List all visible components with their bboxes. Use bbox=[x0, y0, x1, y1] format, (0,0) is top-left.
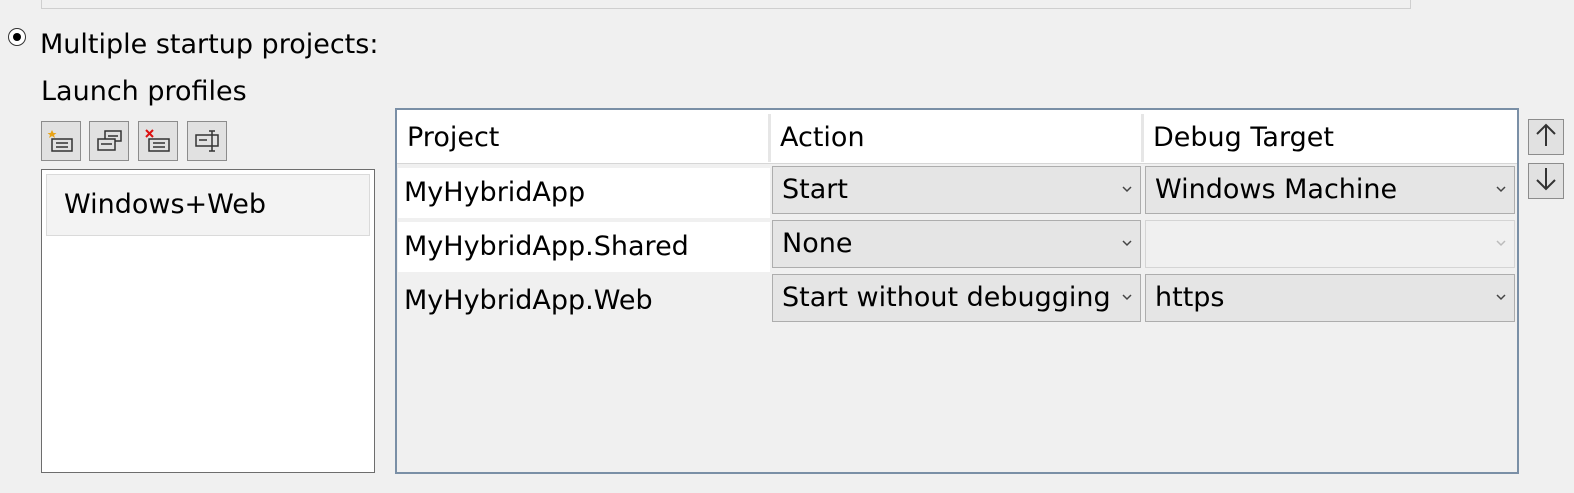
column-header-action[interactable]: Action bbox=[770, 110, 1143, 164]
rename-profile-icon bbox=[193, 128, 221, 154]
debug-target-dropdown[interactable]: https bbox=[1145, 274, 1515, 322]
column-header-debug-target[interactable]: Debug Target bbox=[1143, 110, 1517, 164]
launch-profiles-list[interactable]: Windows+Web bbox=[41, 169, 375, 473]
debug-target-dropdown bbox=[1145, 220, 1515, 268]
arrow-down-icon bbox=[1534, 166, 1558, 196]
move-down-button[interactable] bbox=[1528, 163, 1564, 199]
chevron-down-icon bbox=[1122, 186, 1132, 193]
debug-target-dropdown[interactable]: Windows Machine bbox=[1145, 166, 1515, 214]
delete-profile-button[interactable] bbox=[138, 121, 178, 161]
move-up-button[interactable] bbox=[1528, 119, 1564, 155]
new-profile-icon bbox=[47, 128, 75, 154]
chevron-down-icon bbox=[1496, 186, 1506, 193]
rename-profile-button[interactable] bbox=[187, 121, 227, 161]
chevron-down-icon bbox=[1496, 294, 1506, 301]
new-profile-button[interactable] bbox=[41, 121, 81, 161]
multiple-startup-radio[interactable] bbox=[8, 28, 26, 46]
project-cell: MyHybridApp.Web bbox=[398, 276, 770, 326]
multiple-startup-label[interactable]: Multiple startup projects: bbox=[40, 27, 378, 63]
copy-profile-button[interactable] bbox=[89, 121, 129, 161]
debug-target-value: https bbox=[1155, 282, 1225, 313]
action-dropdown[interactable]: None bbox=[772, 220, 1141, 268]
projects-grid[interactable]: Project Action Debug Target MyHybridApp … bbox=[395, 108, 1519, 474]
chevron-down-icon bbox=[1122, 240, 1132, 247]
action-dropdown[interactable]: Start bbox=[772, 166, 1141, 214]
arrow-up-icon bbox=[1534, 122, 1558, 152]
launch-profiles-label: Launch profiles bbox=[41, 76, 247, 107]
project-cell: MyHybridApp bbox=[398, 168, 770, 218]
action-value: None bbox=[782, 228, 853, 259]
debug-target-value: Windows Machine bbox=[1155, 174, 1398, 205]
copy-profile-icon bbox=[95, 128, 123, 154]
column-header-project[interactable]: Project bbox=[397, 110, 770, 164]
single-startup-combo[interactable] bbox=[41, 0, 1411, 9]
action-value: Start bbox=[782, 174, 848, 205]
action-value: Start without debugging bbox=[782, 282, 1111, 313]
delete-profile-icon bbox=[144, 128, 172, 154]
column-divider[interactable] bbox=[1141, 114, 1144, 162]
action-dropdown[interactable]: Start without debugging bbox=[772, 274, 1141, 322]
project-cell: MyHybridApp.Shared bbox=[398, 222, 770, 272]
chevron-down-icon bbox=[1496, 240, 1506, 247]
column-divider[interactable] bbox=[768, 114, 771, 162]
chevron-down-icon bbox=[1122, 294, 1132, 301]
list-item[interactable]: Windows+Web bbox=[46, 174, 370, 236]
